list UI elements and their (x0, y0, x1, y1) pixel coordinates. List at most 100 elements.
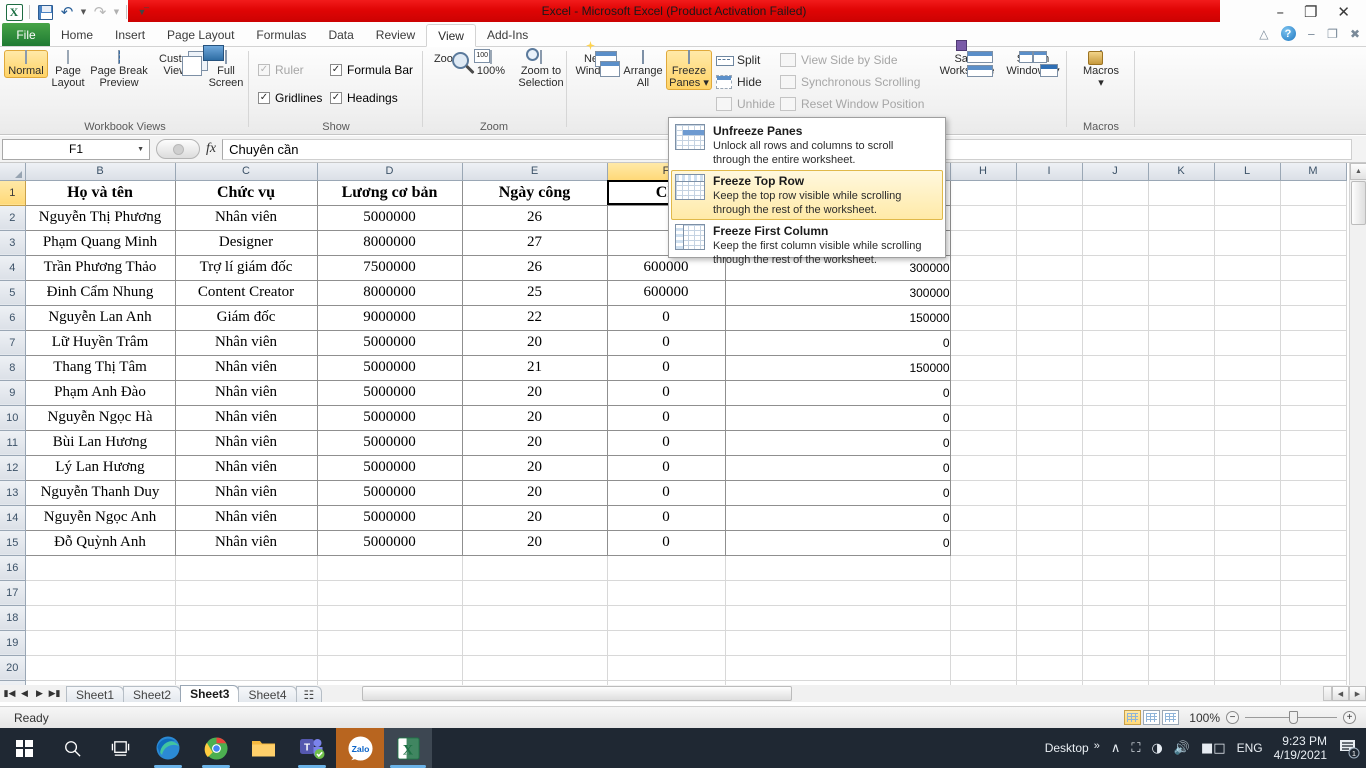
menu-item-freeze-top-row[interactable]: Freeze Top Row Keep the top row visible … (671, 170, 943, 220)
chrome-icon[interactable] (192, 728, 240, 768)
cell-B2[interactable]: Nguyễn Thị Phương (24, 204, 176, 231)
table-row[interactable]: 6 Nguyễn Lan Anh Giám đốc 9000000 22 0 150000 (0, 304, 1347, 331)
horizontal-scroll-thumb[interactable] (362, 686, 793, 701)
teams-icon[interactable]: T (288, 728, 336, 768)
row-header-20[interactable]: 20 (0, 655, 26, 681)
cell-M19[interactable] (1280, 630, 1347, 656)
cell-F14[interactable]: 0 (606, 504, 726, 531)
minimize-window-icon[interactable]: ‒ (1308, 27, 1316, 41)
cell-D17[interactable] (317, 580, 463, 606)
windows-taskbar[interactable]: T Zalo X Desktop » ∧ ⛶ ◑ 🔊 ■□ ENG 9:23 P… (0, 728, 1366, 768)
cell-C20[interactable] (175, 655, 318, 681)
menu-item-unfreeze-panes[interactable]: Unfreeze Panes Unlock all rows and colum… (671, 120, 943, 170)
row-header-15[interactable]: 15 (0, 530, 26, 556)
cell-M2[interactable] (1280, 205, 1347, 231)
cell-G6[interactable]: 150000 (725, 304, 951, 331)
cell-H20[interactable] (950, 655, 1017, 681)
cell-I5[interactable] (1016, 280, 1083, 306)
cell-E18[interactable] (462, 605, 608, 631)
cell-H4[interactable] (950, 255, 1017, 281)
sheet-tab-sheet2[interactable]: Sheet2 (123, 686, 182, 702)
cell-L1[interactable] (1214, 180, 1281, 206)
cell-M18[interactable] (1280, 605, 1347, 631)
checkbox-headings[interactable]: ✓ Headings (330, 91, 398, 105)
cell-L7[interactable] (1214, 330, 1281, 356)
cell-C11[interactable]: Nhân viên (174, 429, 318, 456)
cell-H12[interactable] (950, 455, 1017, 481)
cell-I13[interactable] (1016, 480, 1083, 506)
checkbox-ruler[interactable]: ✓ Ruler (258, 63, 304, 77)
cell-H16[interactable] (950, 555, 1017, 581)
cell-B19[interactable] (25, 630, 176, 656)
cell-E13[interactable]: 20 (461, 479, 608, 506)
table-row[interactable]: 16 (0, 555, 1347, 581)
cell-J19[interactable] (1082, 630, 1149, 656)
cell-L4[interactable] (1214, 255, 1281, 281)
button-switch-windows[interactable]: Switch Windows ▾ (1000, 51, 1066, 77)
cell-H5[interactable] (950, 280, 1017, 306)
cell-J13[interactable] (1082, 480, 1149, 506)
cell-D19[interactable] (317, 630, 463, 656)
cell-J4[interactable] (1082, 255, 1149, 281)
cell-J9[interactable] (1082, 380, 1149, 406)
cell-J20[interactable] (1082, 655, 1149, 681)
cell-K15[interactable] (1148, 530, 1215, 556)
cell-J18[interactable] (1082, 605, 1149, 631)
cell-B10[interactable]: Nguyễn Ngọc Hà (24, 404, 176, 431)
cell-B13[interactable]: Nguyễn Thanh Duy (24, 479, 176, 506)
cell-I18[interactable] (1016, 605, 1083, 631)
cell-H18[interactable] (950, 605, 1017, 631)
cell-E1[interactable]: Ngày công (461, 179, 608, 206)
cell-G13[interactable]: 0 (725, 479, 951, 506)
excel-icon[interactable]: X (384, 728, 432, 768)
table-row[interactable]: 17 (0, 580, 1347, 606)
cell-C16[interactable] (175, 555, 318, 581)
row-header-3[interactable]: 3 (0, 230, 26, 256)
checkbox-box[interactable]: ✓ (330, 92, 342, 104)
cell-K5[interactable] (1148, 280, 1215, 306)
cell-D13[interactable]: 5000000 (316, 479, 463, 506)
split-handle[interactable] (1323, 686, 1332, 701)
cell-B20[interactable] (25, 655, 176, 681)
zoom-in-button[interactable]: + (1343, 711, 1356, 724)
undo-dropdown-icon[interactable]: ▼ (79, 2, 88, 22)
cell-L17[interactable] (1214, 580, 1281, 606)
cell-I19[interactable] (1016, 630, 1083, 656)
cell-B15[interactable]: Đỗ Quỳnh Anh (24, 529, 176, 556)
row-header-5[interactable]: 5 (0, 280, 26, 306)
button-zoom[interactable]: Zoom (426, 51, 475, 75)
cell-L11[interactable] (1214, 430, 1281, 456)
cell-J6[interactable] (1082, 305, 1149, 331)
zoom-out-button[interactable]: − (1226, 711, 1239, 724)
tab-home[interactable]: Home (50, 24, 104, 46)
cell-H2[interactable] (950, 205, 1017, 231)
cell-C5[interactable]: Content Creator (174, 279, 318, 306)
row-header-11[interactable]: 11 (0, 430, 26, 456)
horizontal-scroll-track[interactable] (362, 686, 1321, 701)
language-indicator[interactable]: ENG (1237, 741, 1263, 755)
table-row[interactable]: 18 (0, 605, 1347, 631)
row-header-13[interactable]: 13 (0, 480, 26, 506)
page-break-preview-icon[interactable] (1162, 710, 1180, 725)
customize-qat-icon[interactable]: ▼̅ (132, 2, 152, 22)
cell-M10[interactable] (1280, 405, 1347, 431)
column-header-L[interactable]: L (1214, 163, 1281, 181)
button-zoom-100[interactable]: 100% (470, 50, 512, 77)
cell-K9[interactable] (1148, 380, 1215, 406)
window-controls[interactable]: – ❐ ✕ (1276, 0, 1362, 24)
cell-J2[interactable] (1082, 205, 1149, 231)
insert-function-icon[interactable]: fx (206, 141, 216, 157)
formula-bar-buttons[interactable] (156, 139, 200, 159)
sheet-tab-bar[interactable]: ▮◀ ◀ ▶ ▶▮ Sheet1 Sheet2 Sheet3 Sheet4 ☷ … (0, 685, 1366, 702)
cell-K1[interactable] (1148, 180, 1215, 206)
minimize-button[interactable]: – (1276, 4, 1284, 20)
zoom-thumb[interactable] (1289, 711, 1298, 724)
cell-M5[interactable] (1280, 280, 1347, 306)
cell-C2[interactable]: Nhân viên (174, 204, 318, 231)
cell-M7[interactable] (1280, 330, 1347, 356)
cell-F9[interactable]: 0 (606, 379, 726, 406)
scroll-up-button[interactable]: ▲ (1350, 163, 1366, 180)
tab-formulas[interactable]: Formulas (245, 24, 317, 46)
cell-B18[interactable] (25, 605, 176, 631)
vertical-scroll-thumb[interactable] (1351, 181, 1366, 225)
